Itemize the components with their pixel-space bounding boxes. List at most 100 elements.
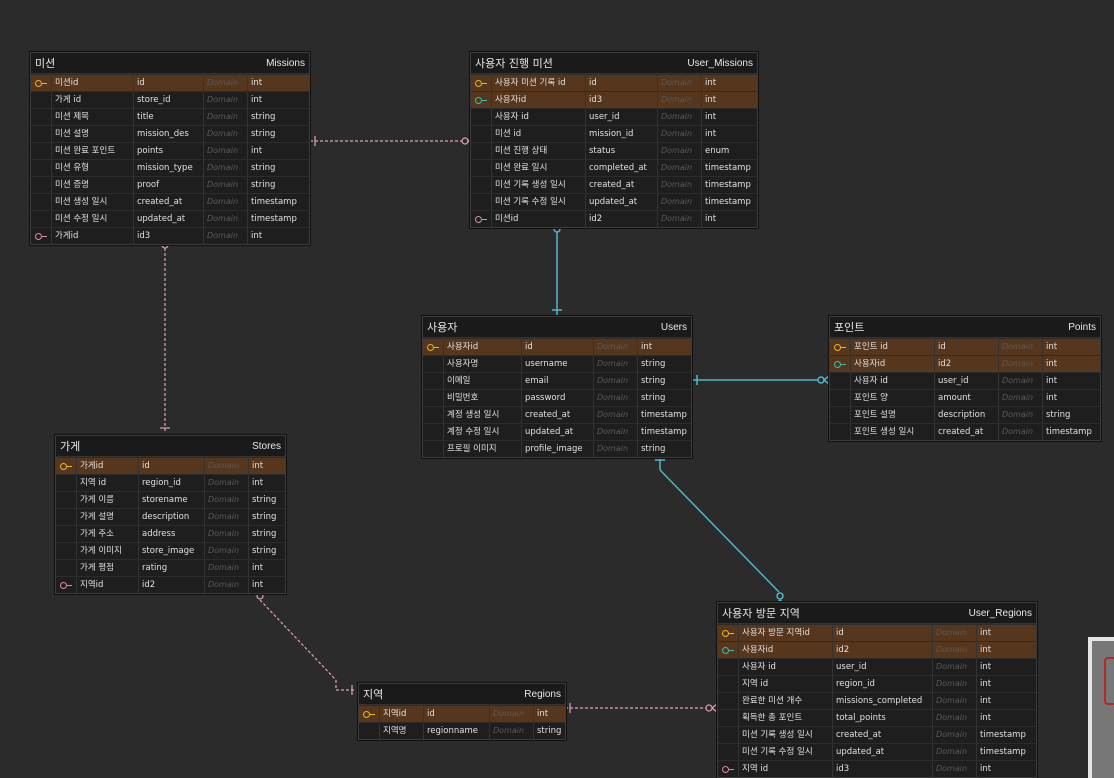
logical-name-cell: 비밀번호 bbox=[443, 390, 521, 406]
physical-name-cell: mission_id bbox=[585, 126, 657, 142]
key-icon bbox=[471, 96, 491, 104]
table-row[interactable]: 사용자id id2 Domain int bbox=[830, 355, 1100, 372]
table-row[interactable]: 가게id id3 Domain int bbox=[31, 227, 309, 244]
type-cell: int bbox=[701, 211, 757, 227]
table-row[interactable]: 포인트 설명 description Domain string bbox=[830, 406, 1100, 423]
logical-name-cell: 포인트 생성 일시 bbox=[850, 424, 934, 440]
type-cell: string bbox=[637, 356, 691, 372]
table-header[interactable]: 사용자 방문 지역 User_Regions bbox=[718, 603, 1036, 624]
type-cell: int bbox=[701, 126, 757, 142]
table-row[interactable]: 미션 완료 일시 completed_at Domain timestamp bbox=[471, 159, 757, 176]
table-row[interactable]: 가게 설명 description Domain string bbox=[56, 508, 285, 525]
table-row[interactable]: 미션 수정 일시 updated_at Domain timestamp bbox=[31, 210, 309, 227]
table-user-missions[interactable]: 사용자 진행 미션 User_Missions 사용자 미션 기록 id id Doma… bbox=[470, 52, 758, 228]
table-row[interactable]: 포인트 생성 일시 created_at Domain timestamp bbox=[830, 423, 1100, 440]
table-header[interactable]: 미션 Missions bbox=[31, 53, 309, 74]
table-row[interactable]: 미션id id2 Domain int bbox=[471, 210, 757, 227]
logical-name-cell: 가게id bbox=[76, 458, 138, 474]
table-row[interactable]: 미션 기록 수정 일시 updated_at Domain timestamp bbox=[718, 743, 1036, 760]
table-row[interactable]: 미션id id Domain int bbox=[31, 74, 309, 91]
table-row[interactable]: 사용자 id user_id Domain int bbox=[471, 108, 757, 125]
table-row[interactable]: 포인트 양 amount Domain int bbox=[830, 389, 1100, 406]
table-header[interactable]: 사용자 Users bbox=[423, 317, 691, 338]
table-row[interactable]: 가게 주소 address Domain string bbox=[56, 525, 285, 542]
physical-name-cell: username bbox=[521, 356, 593, 372]
table-row[interactable]: 사용자 id user_id Domain int bbox=[830, 372, 1100, 389]
table-row[interactable]: 사용자id id2 Domain int bbox=[718, 641, 1036, 658]
table-regions[interactable]: 지역 Regions 지역id id Domain int 지역명 regionname Dom… bbox=[358, 683, 566, 740]
table-row[interactable]: 미션 id mission_id Domain int bbox=[471, 125, 757, 142]
table-row[interactable]: 미션 진행 상태 status Domain enum bbox=[471, 142, 757, 159]
table-row[interactable]: 가게 평점 rating Domain int bbox=[56, 559, 285, 576]
type-cell: string bbox=[533, 723, 565, 739]
logical-name-cell: 가게 이미지 bbox=[76, 543, 138, 559]
table-missions[interactable]: 미션 Missions 미션id id Domain int 가게 id store_id Do… bbox=[30, 52, 310, 245]
table-row[interactable]: 지역 id region_id Domain int bbox=[56, 474, 285, 491]
table-row[interactable]: 지역명 regionname Domain string bbox=[359, 722, 565, 739]
logical-name-cell: 미션 유형 bbox=[51, 160, 133, 176]
table-row[interactable]: 지역id id Domain int bbox=[359, 705, 565, 722]
table-logical-name: 사용자 진행 미션 bbox=[475, 57, 553, 70]
domain-cell: Domain bbox=[203, 177, 247, 193]
table-row[interactable]: 미션 완료 포인트 points Domain int bbox=[31, 142, 309, 159]
table-users[interactable]: 사용자 Users 사용자id id Domain int 사용자명 username Doma… bbox=[422, 316, 692, 458]
table-points[interactable]: 포인트 Points 포인트 id id Domain int 사용자id id2 Domain… bbox=[829, 316, 1101, 441]
type-cell: timestamp bbox=[1042, 424, 1100, 440]
domain-cell: Domain bbox=[657, 211, 701, 227]
physical-name-cell: password bbox=[521, 390, 593, 406]
table-user-regions[interactable]: 사용자 방문 지역 User_Regions 사용자 방문 지역id id Domain… bbox=[717, 602, 1037, 778]
table-row[interactable]: 사용자 id user_id Domain int bbox=[718, 658, 1036, 675]
logical-name-cell: 획득한 총 포인트 bbox=[738, 710, 832, 726]
table-header[interactable]: 가게 Stores bbox=[56, 436, 285, 457]
table-row[interactable]: 사용자 방문 지역id id Domain int bbox=[718, 624, 1036, 641]
table-row[interactable]: 가게id id Domain int bbox=[56, 457, 285, 474]
logical-name-cell: 가게 주소 bbox=[76, 526, 138, 542]
table-row[interactable]: 미션 기록 생성 일시 created_at Domain timestamp bbox=[718, 726, 1036, 743]
table-stores[interactable]: 가게 Stores 가게id id Domain int 지역 id region_id Dom… bbox=[55, 435, 286, 594]
key-icon bbox=[56, 462, 76, 470]
table-row[interactable]: 지역 id id3 Domain int bbox=[718, 760, 1036, 777]
table-row[interactable]: 미션 생성 일시 created_at Domain timestamp bbox=[31, 193, 309, 210]
table-row[interactable]: 미션 제목 title Domain string bbox=[31, 108, 309, 125]
table-row[interactable]: 미션 유형 mission_type Domain string bbox=[31, 159, 309, 176]
table-row[interactable]: 미션 설명 mission_des Domain string bbox=[31, 125, 309, 142]
table-row[interactable]: 비밀번호 password Domain string bbox=[423, 389, 691, 406]
table-row[interactable]: 미션 기록 수정 일시 updated_at Domain timestamp bbox=[471, 193, 757, 210]
table-header[interactable]: 사용자 진행 미션 User_Missions bbox=[471, 53, 757, 74]
table-row[interactable]: 사용자명 username Domain string bbox=[423, 355, 691, 372]
table-row[interactable]: 프로필 이미지 profile_image Domain string bbox=[423, 440, 691, 457]
table-row[interactable]: 사용자 미션 기록 id id Domain int bbox=[471, 74, 757, 91]
table-row[interactable]: 사용자id id Domain int bbox=[423, 338, 691, 355]
domain-cell: Domain bbox=[593, 441, 637, 457]
table-row[interactable]: 지역id id2 Domain int bbox=[56, 576, 285, 593]
table-row[interactable]: 지역 id region_id Domain int bbox=[718, 675, 1036, 692]
physical-name-cell: created_at bbox=[934, 424, 998, 440]
table-row[interactable]: 가게 id store_id Domain int bbox=[31, 91, 309, 108]
table-row[interactable]: 이메일 email Domain string bbox=[423, 372, 691, 389]
side-panel-thumbnail[interactable] bbox=[1088, 637, 1114, 778]
logical-name-cell: 사용자 미션 기록 id bbox=[491, 75, 585, 91]
table-row[interactable]: 포인트 id id Domain int bbox=[830, 338, 1100, 355]
physical-name-cell: id bbox=[934, 339, 998, 355]
table-header[interactable]: 포인트 Points bbox=[830, 317, 1100, 338]
table-row[interactable]: 미션 증명 proof Domain string bbox=[31, 176, 309, 193]
domain-cell: Domain bbox=[932, 727, 976, 743]
domain-cell: Domain bbox=[998, 373, 1042, 389]
type-cell: int bbox=[248, 560, 285, 576]
type-cell: string bbox=[247, 160, 309, 176]
type-cell: timestamp bbox=[637, 424, 691, 440]
table-header[interactable]: 지역 Regions bbox=[359, 684, 565, 705]
table-row[interactable]: 가게 이미지 store_image Domain string bbox=[56, 542, 285, 559]
physical-name-cell: store_id bbox=[133, 92, 203, 108]
physical-name-cell: created_at bbox=[585, 177, 657, 193]
type-cell: string bbox=[247, 177, 309, 193]
table-physical-name: User_Regions bbox=[968, 607, 1032, 619]
table-row[interactable]: 계정 생성 일시 created_at Domain timestamp bbox=[423, 406, 691, 423]
table-row[interactable]: 미션 기록 생성 일시 created_at Domain timestamp bbox=[471, 176, 757, 193]
table-row[interactable]: 완료한 미션 개수 missions_completed Domain int bbox=[718, 692, 1036, 709]
table-row[interactable]: 계정 수정 일시 updated_at Domain timestamp bbox=[423, 423, 691, 440]
table-row[interactable]: 사용자id id3 Domain int bbox=[471, 91, 757, 108]
table-row[interactable]: 획득한 총 포인트 total_points Domain int bbox=[718, 709, 1036, 726]
logical-name-cell: 미션 생성 일시 bbox=[51, 194, 133, 210]
table-row[interactable]: 가게 이름 storename Domain string bbox=[56, 491, 285, 508]
